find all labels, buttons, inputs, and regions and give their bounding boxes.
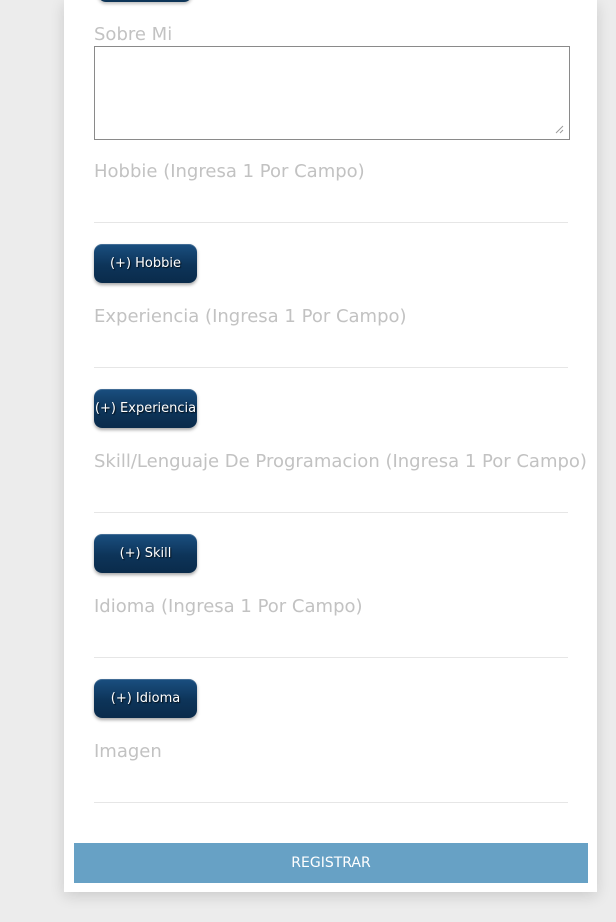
image-input[interactable] (94, 770, 568, 803)
hobby-label: Hobbie (Ingresa 1 Por Campo) (94, 161, 365, 182)
registration-form-card: Sobre Mi Hobbie (Ingresa 1 Por Campo) (+… (64, 0, 597, 892)
skill-label: Skill/Lenguaje De Programacion (Ingresa … (94, 451, 587, 472)
about-me-label: Sobre Mi (94, 24, 173, 45)
about-me-textarea[interactable] (94, 46, 570, 140)
image-label: Imagen (94, 741, 162, 762)
experience-label: Experiencia (Ingresa 1 Por Campo) (94, 306, 407, 327)
language-label: Idioma (Ingresa 1 Por Campo) (94, 596, 363, 617)
previous-add-button-edge[interactable] (98, 0, 192, 2)
hobby-input[interactable] (94, 190, 568, 223)
add-skill-button[interactable]: (+) Skill (94, 534, 197, 573)
experience-input[interactable] (94, 335, 568, 368)
add-experience-button[interactable]: (+) Experiencia (94, 389, 197, 428)
language-input[interactable] (94, 625, 568, 658)
skill-input[interactable] (94, 480, 568, 513)
add-language-button[interactable]: (+) Idioma (94, 679, 197, 718)
register-button[interactable]: REGISTRAR (74, 843, 588, 883)
add-hobby-button[interactable]: (+) Hobbie (94, 244, 197, 283)
